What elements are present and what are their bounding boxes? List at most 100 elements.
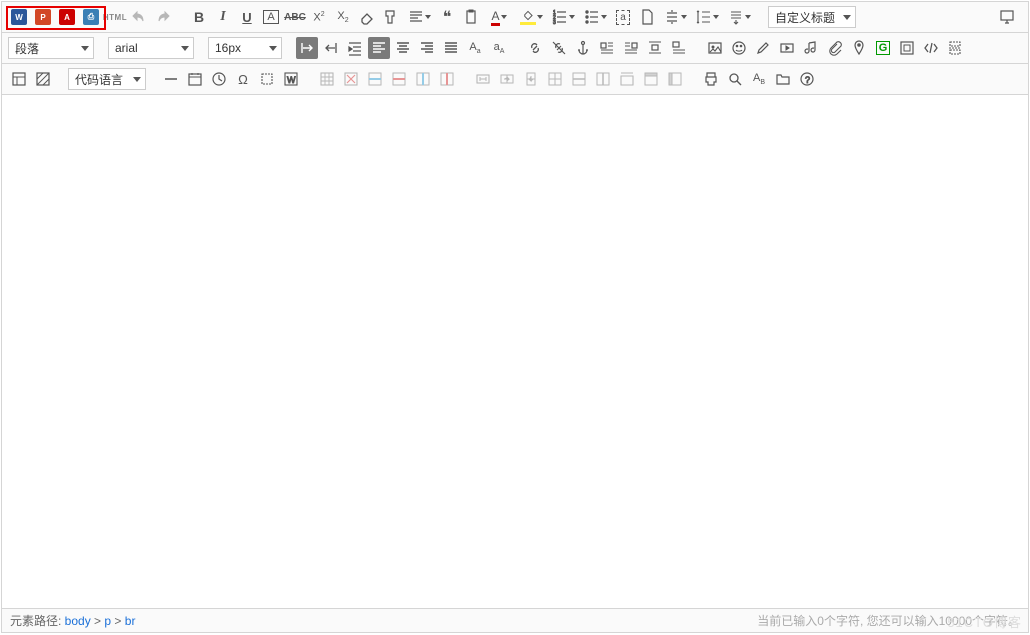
table-icon <box>319 71 335 87</box>
split-cells-button[interactable] <box>544 68 566 90</box>
underline-button[interactable]: U <box>236 6 258 28</box>
row-spacing-bottom-button[interactable] <box>724 6 754 28</box>
undo-button[interactable] <box>128 6 150 28</box>
table-title-button[interactable] <box>640 68 662 90</box>
insert-code-button[interactable] <box>920 37 942 59</box>
page-icon <box>639 9 655 25</box>
delete-col-button[interactable] <box>436 68 458 90</box>
backcolor-button[interactable] <box>516 6 546 28</box>
direction-ltr-button[interactable] <box>296 37 318 59</box>
anchor-button[interactable] <box>572 37 594 59</box>
scrawl-button[interactable] <box>752 37 774 59</box>
dropdown-label: 代码语言 <box>75 71 123 88</box>
path-body[interactable]: body <box>65 614 91 628</box>
touppercase-button[interactable]: Aa <box>464 37 486 59</box>
table-titlecol-button[interactable] <box>664 68 686 90</box>
import-word-button[interactable]: W <box>8 6 30 28</box>
bold-button[interactable]: B <box>188 6 210 28</box>
import-ppt-button[interactable]: P <box>32 6 54 28</box>
rtl-icon <box>323 40 339 56</box>
emotion-button[interactable] <box>728 37 750 59</box>
unordered-list-button[interactable] <box>580 6 610 28</box>
music-button[interactable] <box>800 37 822 59</box>
align-left-button[interactable] <box>368 37 390 59</box>
split-icon <box>547 71 563 87</box>
autotypeset-button[interactable] <box>404 6 434 28</box>
help-button[interactable]: ? <box>796 68 818 90</box>
split-cols-button[interactable] <box>592 68 614 90</box>
map-button[interactable] <box>848 37 870 59</box>
horizontal-rule-button[interactable] <box>160 68 182 90</box>
path-br[interactable]: br <box>125 614 136 628</box>
drafts-button[interactable] <box>772 68 794 90</box>
template-button[interactable] <box>8 68 30 90</box>
fullscreen-button[interactable] <box>996 6 1018 28</box>
insert-table-button[interactable] <box>316 68 338 90</box>
image-left-button[interactable] <box>596 37 618 59</box>
searchreplace-button[interactable]: AB <box>748 68 770 90</box>
superscript-button[interactable]: X2 <box>308 6 330 28</box>
print-button[interactable]: ⎙ <box>80 6 102 28</box>
fontsize-dropdown[interactable]: 16px <box>208 37 282 59</box>
delete-row-button[interactable] <box>388 68 410 90</box>
pasteplain-button[interactable] <box>460 6 482 28</box>
image-right-button[interactable] <box>620 37 642 59</box>
select-all-button[interactable]: a <box>612 6 634 28</box>
time-button[interactable] <box>208 68 230 90</box>
attachment-button[interactable] <box>824 37 846 59</box>
indent-button[interactable] <box>344 37 366 59</box>
italic-button[interactable]: I <box>212 6 234 28</box>
merge-down-button[interactable] <box>520 68 542 90</box>
align-right-button[interactable] <box>416 37 438 59</box>
row-spacing-button[interactable] <box>660 6 690 28</box>
print-button-2[interactable] <box>700 68 722 90</box>
paragraph-dropdown[interactable]: 段落 <box>8 37 94 59</box>
insert-image-button[interactable] <box>704 37 726 59</box>
direction-rtl-button[interactable] <box>320 37 342 59</box>
fontfamily-dropdown[interactable]: arial <box>108 37 194 59</box>
remove-format-button[interactable] <box>356 6 378 28</box>
redo-button[interactable] <box>152 6 174 28</box>
format-match-button[interactable] <box>380 6 402 28</box>
table-caption-button[interactable] <box>616 68 638 90</box>
forecolor-button[interactable]: A <box>484 6 514 28</box>
aligncenter-icon <box>395 40 411 56</box>
gmap-button[interactable]: G <box>872 37 894 59</box>
strikethrough-button[interactable]: ABC <box>284 6 306 28</box>
custom-title-dropdown[interactable]: 自定义标题 <box>768 6 856 28</box>
preview-button[interactable] <box>724 68 746 90</box>
blockquote-button[interactable]: ❝ <box>436 6 458 28</box>
insert-row-button[interactable] <box>364 68 386 90</box>
unlink-button[interactable] <box>548 37 570 59</box>
insert-frame-button[interactable] <box>896 37 918 59</box>
merge-cells-button[interactable] <box>472 68 494 90</box>
html-icon: HTML <box>103 13 127 22</box>
image-center-button[interactable] <box>644 37 666 59</box>
editor-content-area[interactable] <box>2 95 1028 608</box>
insert-col-button[interactable] <box>412 68 434 90</box>
merge-right-button[interactable] <box>496 68 518 90</box>
pagebreak-button[interactable] <box>944 37 966 59</box>
codelang-dropdown[interactable]: 代码语言 <box>68 68 146 90</box>
link-button[interactable] <box>524 37 546 59</box>
date-button[interactable] <box>184 68 206 90</box>
clear-doc-button[interactable] <box>636 6 658 28</box>
align-justify-button[interactable] <box>440 37 462 59</box>
insert-video-button[interactable] <box>776 37 798 59</box>
fontborder-button[interactable]: A <box>260 6 282 28</box>
source-html-button[interactable]: HTML <box>104 6 126 28</box>
background-button[interactable] <box>32 68 54 90</box>
align-center-button[interactable] <box>392 37 414 59</box>
import-pdf-button[interactable]: A <box>56 6 78 28</box>
ordered-list-button[interactable]: 123 <box>548 6 578 28</box>
image-none-button[interactable] <box>668 37 690 59</box>
spechars-button[interactable]: Ω <box>232 68 254 90</box>
tolowercase-button[interactable]: aA <box>488 37 510 59</box>
subscript-button[interactable]: X2 <box>332 6 354 28</box>
split-rows-button[interactable] <box>568 68 590 90</box>
snapscreen-button[interactable] <box>256 68 278 90</box>
g-icon: G <box>876 41 891 55</box>
delete-table-button[interactable] <box>340 68 362 90</box>
line-height-button[interactable] <box>692 6 722 28</box>
wordimage-button[interactable]: W <box>280 68 302 90</box>
